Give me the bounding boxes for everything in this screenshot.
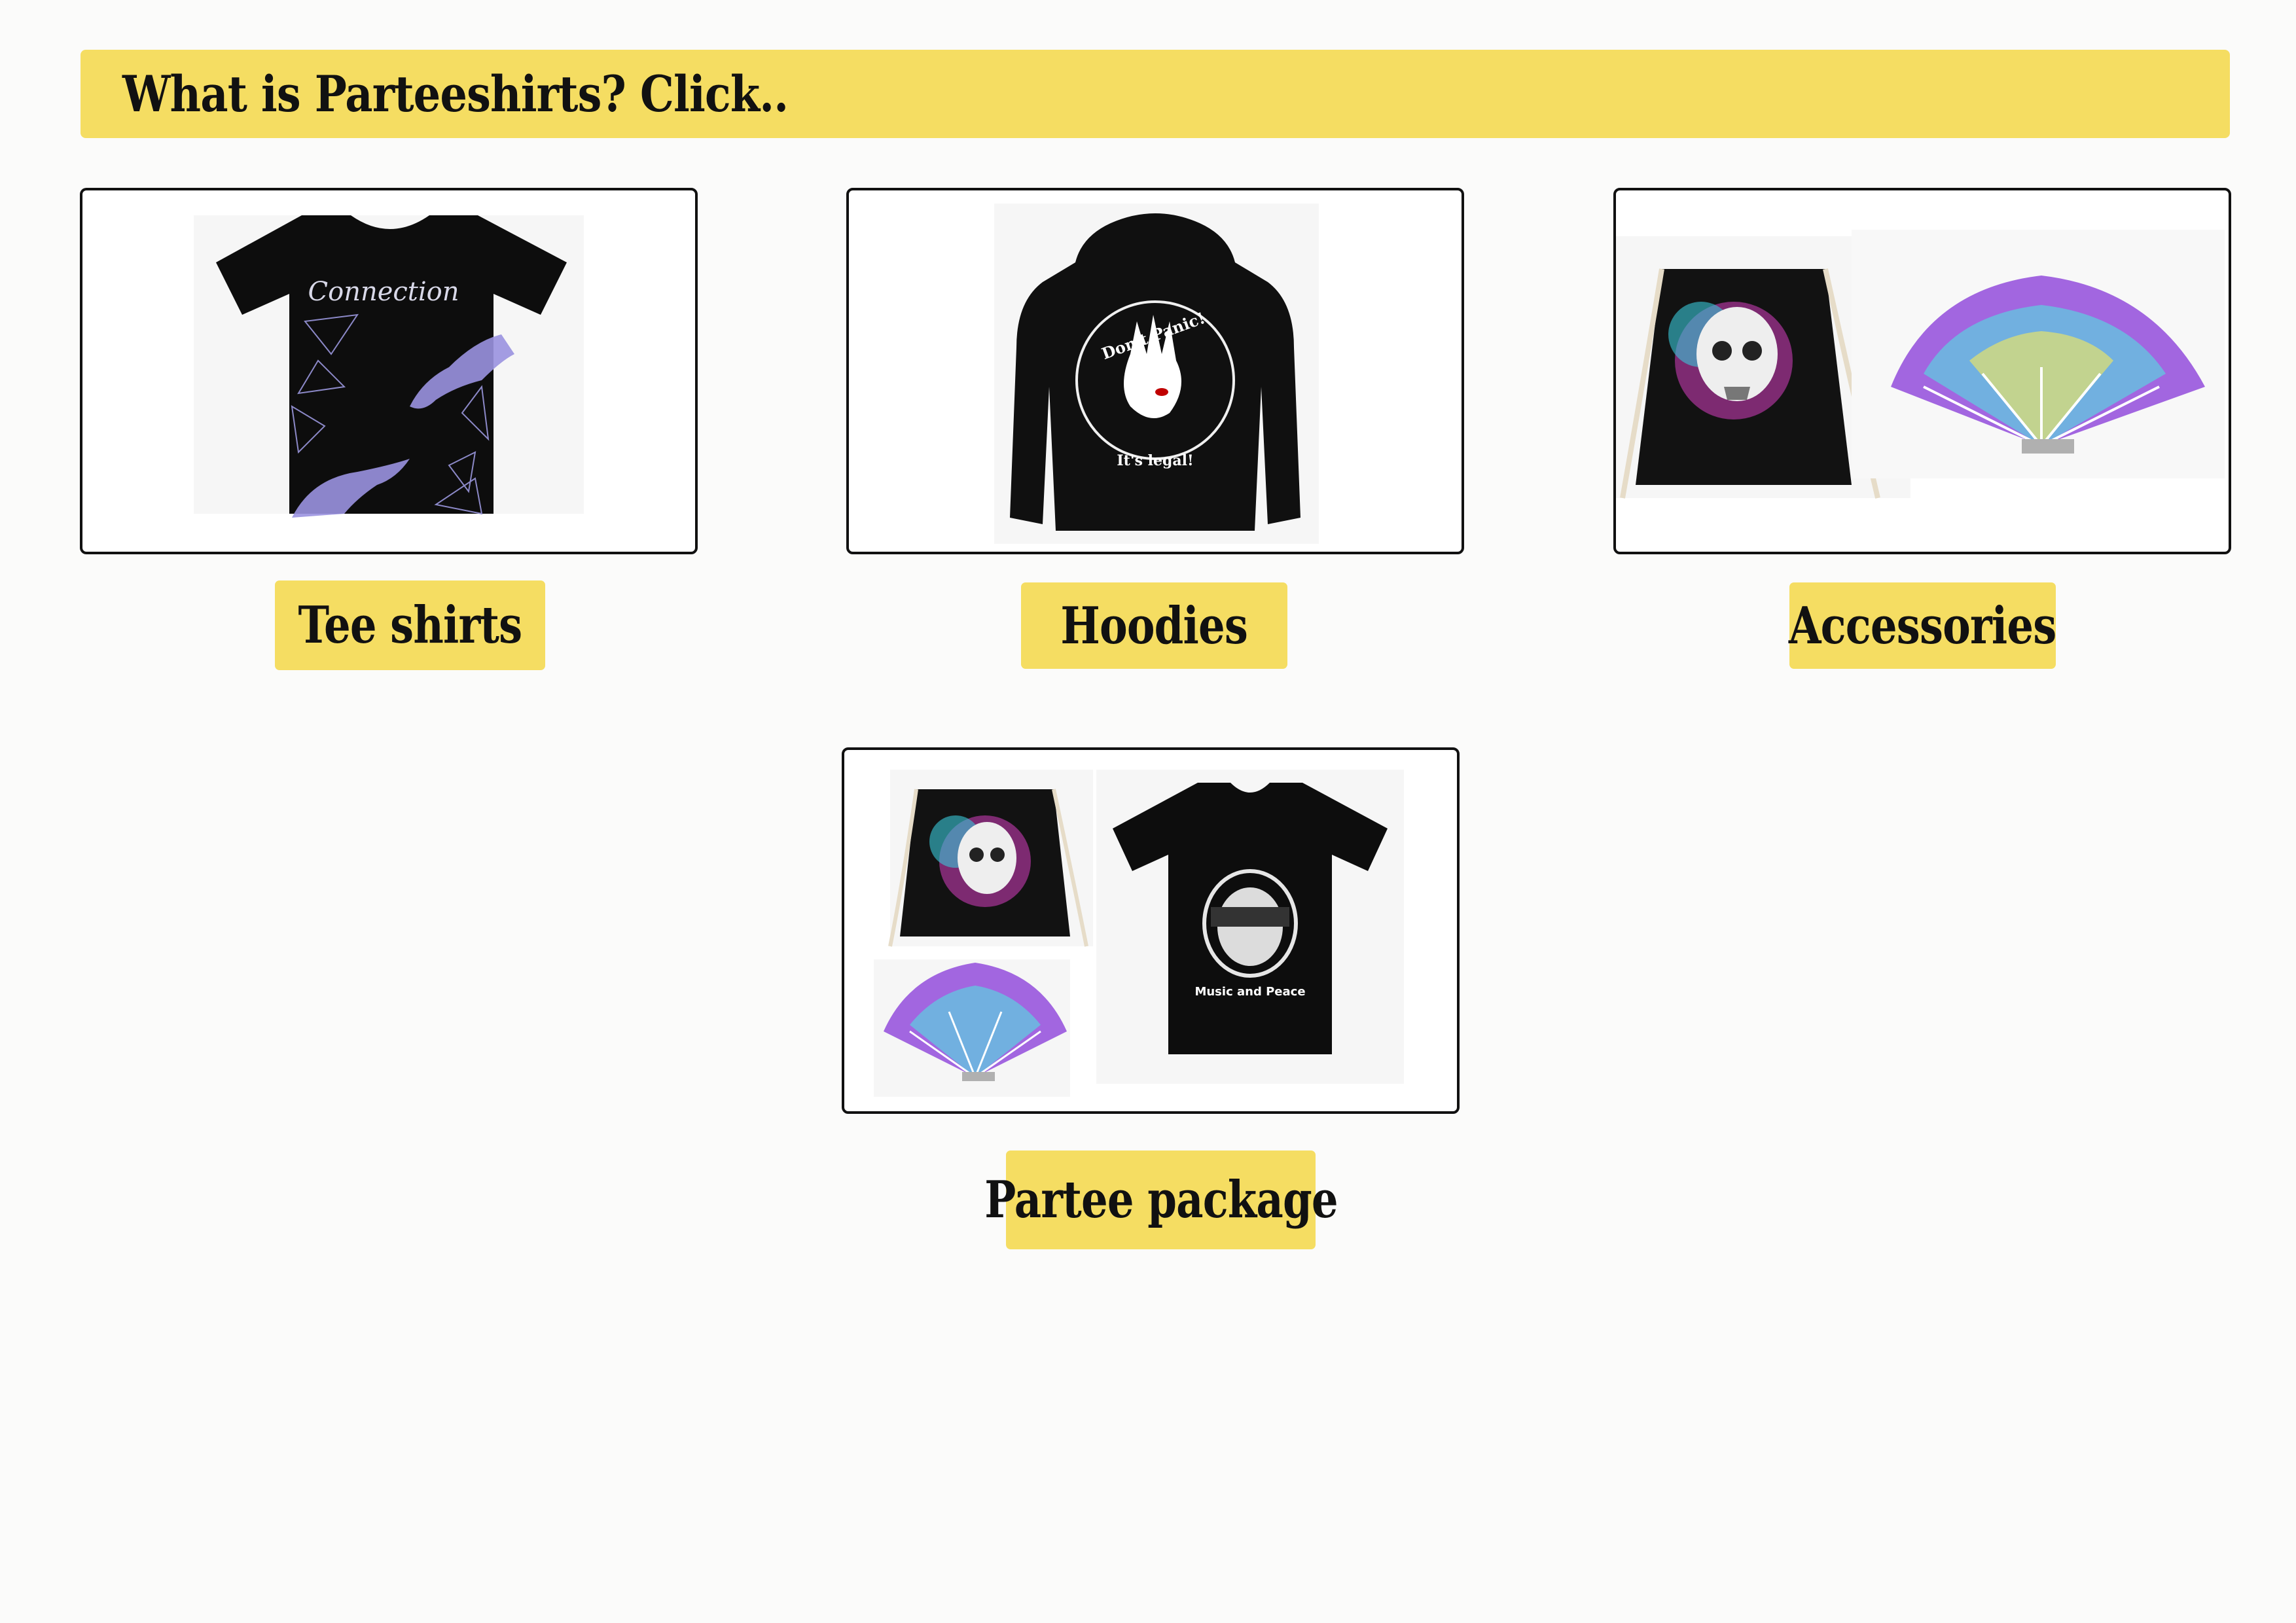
package-tee-print-text: Music and Peace — [1194, 985, 1305, 999]
partee-package-image: Music and Peace — [874, 770, 1404, 1097]
banner-text: What is Parteeshirts? Click.. — [122, 65, 789, 123]
card-tee-shirts[interactable]: Connection — [80, 188, 698, 554]
accessories-button[interactable]: Accessories — [1789, 582, 2057, 669]
accessories-image — [1616, 230, 2225, 499]
card-partee-package[interactable]: Music and Peace — [842, 747, 1460, 1114]
tee-print-text: Connection — [308, 277, 459, 307]
tee-shirts-button[interactable]: Tee shirts — [275, 580, 545, 670]
partee-package-label: Partee package — [984, 1170, 1338, 1230]
card-accessories[interactable] — [1613, 188, 2231, 554]
partee-package-button[interactable]: Partee package — [984, 1150, 1338, 1249]
tee-shirts-label: Tee shirts — [298, 596, 523, 655]
intro-banner[interactable]: What is Parteeshirts? Click.. — [81, 50, 2230, 138]
tee-shirt-image: Connection — [194, 215, 584, 518]
hoodies-button[interactable]: Hoodies — [1021, 582, 1287, 669]
accessories-label: Accessories — [1789, 596, 2056, 656]
hoodie-print-bottom: It's legal! — [1117, 452, 1193, 469]
card-hoodies[interactable]: Don't Panic! It's legal! — [846, 188, 1464, 554]
hoodie-image: Don't Panic! It's legal! — [994, 204, 1319, 544]
hoodies-label: Hoodies — [1060, 596, 1249, 656]
